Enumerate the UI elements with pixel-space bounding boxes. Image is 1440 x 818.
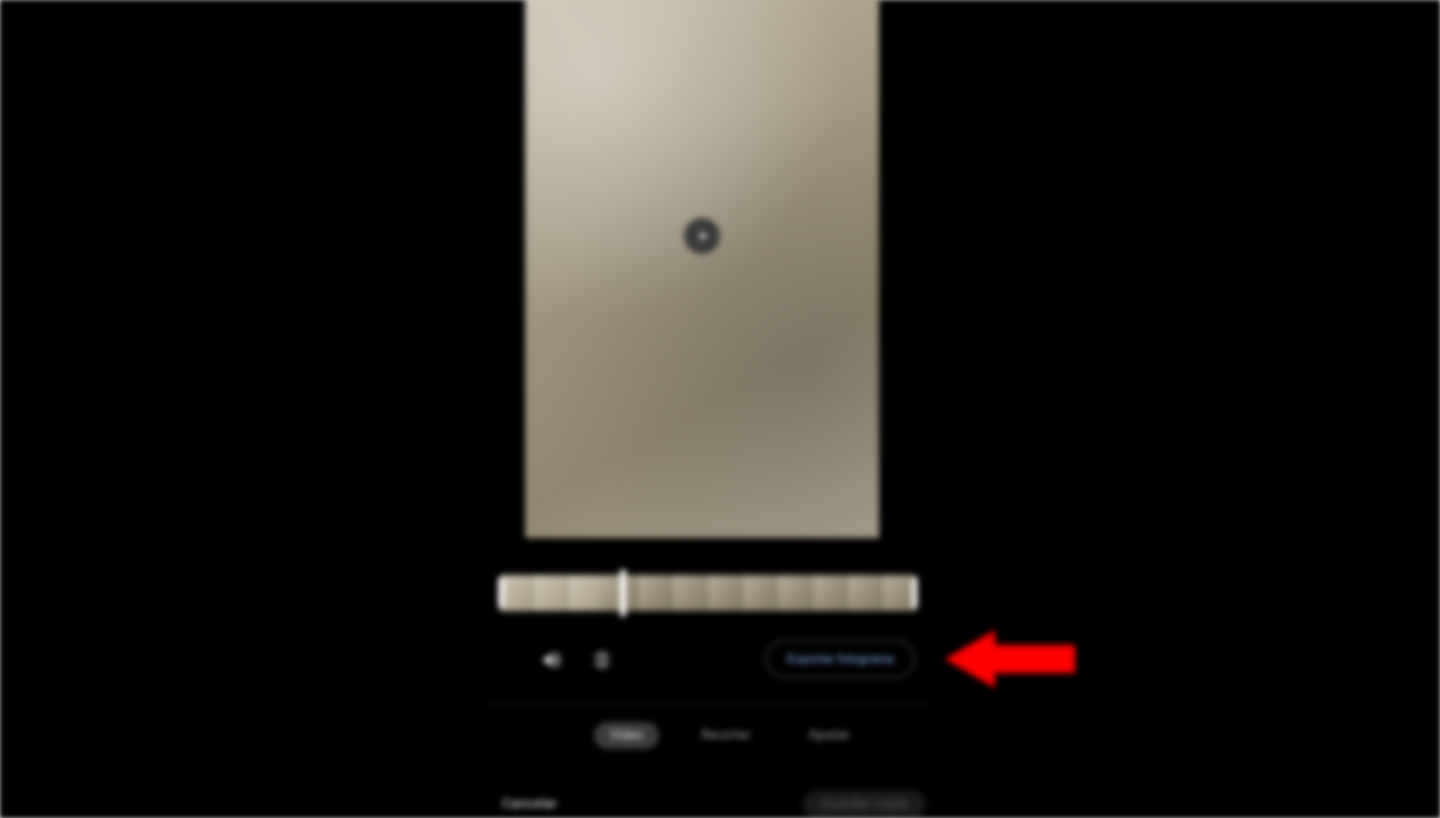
- editor-tabs: Video Recortar Ajustar: [594, 722, 866, 749]
- export-frame-button[interactable]: Exportar fotograma: [766, 640, 915, 678]
- cancel-label: Cancelar: [502, 796, 557, 812]
- timeline-thumb: [708, 575, 743, 611]
- timeline-thumbs: [498, 575, 918, 611]
- timeline-thumb: [533, 575, 568, 611]
- video-preview[interactable]: [525, 0, 879, 538]
- speaker-icon: [541, 649, 563, 671]
- sound-button[interactable]: [540, 648, 564, 672]
- playhead[interactable]: [620, 569, 626, 617]
- section-divider: [488, 704, 928, 705]
- timeline-thumb: [778, 575, 813, 611]
- tab-video[interactable]: Video: [594, 722, 659, 749]
- annotation-arrow: [945, 630, 1075, 688]
- video-timeline[interactable]: [498, 575, 918, 611]
- timeline-thumb: [673, 575, 708, 611]
- timeline-thumb: [568, 575, 603, 611]
- tab-crop[interactable]: Recortar: [685, 722, 767, 749]
- play-icon: [696, 229, 710, 243]
- tab-label: Video: [610, 728, 643, 743]
- export-frame-label: Exportar fotograma: [787, 652, 894, 666]
- save-label: Guardar copia: [821, 796, 908, 812]
- timeline-thumb: [638, 575, 673, 611]
- trim-end-handle[interactable]: [912, 577, 917, 609]
- tab-label: Recortar: [701, 728, 751, 743]
- stabilize-button[interactable]: [590, 648, 614, 672]
- timeline-thumb: [813, 575, 848, 611]
- play-button[interactable]: [684, 218, 720, 254]
- stabilize-icon: [591, 649, 613, 671]
- save-copy-button: Guardar copia: [803, 790, 926, 818]
- cancel-button[interactable]: Cancelar: [486, 790, 573, 818]
- tab-adjust[interactable]: Ajustar: [793, 722, 866, 749]
- tab-label: Ajustar: [809, 728, 850, 743]
- timeline-thumb: [743, 575, 778, 611]
- trim-start-handle[interactable]: [499, 577, 504, 609]
- timeline-thumb: [848, 575, 883, 611]
